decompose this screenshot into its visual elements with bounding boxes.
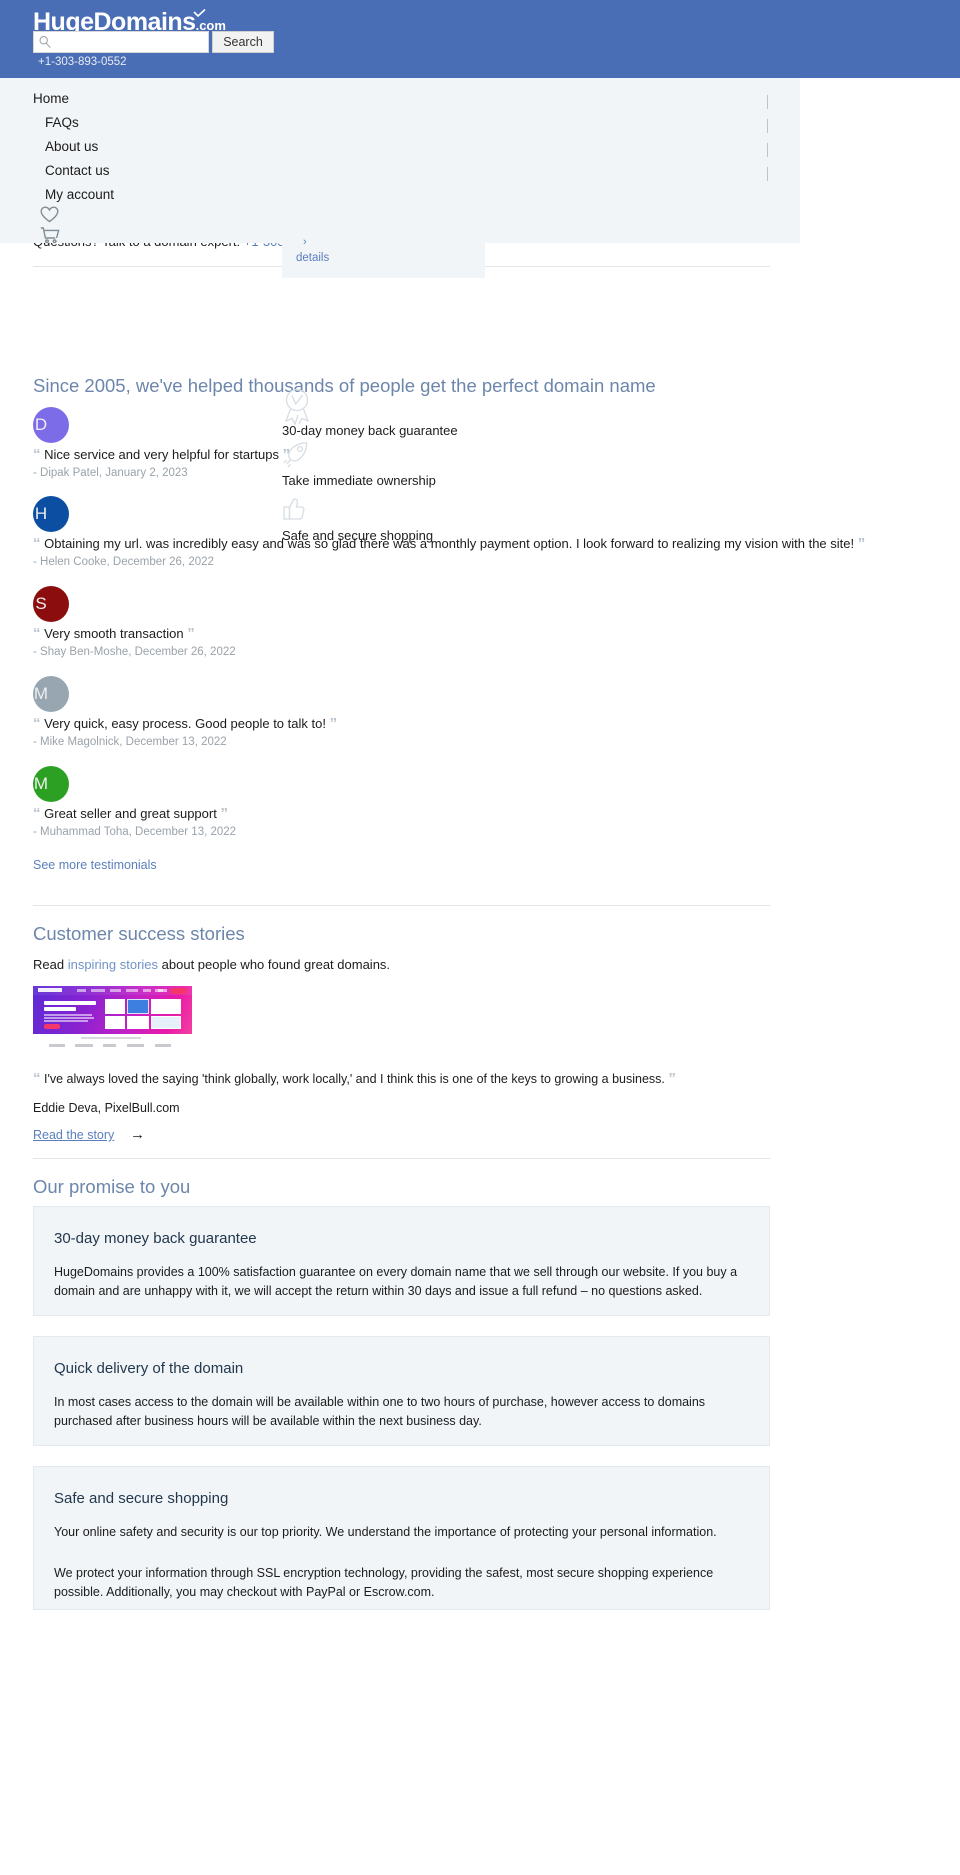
testimonial-quote: “ Very quick, easy process. Good people … <box>33 715 337 732</box>
testimonial-author: - Muhammad Toha, December 13, 2022 <box>33 826 237 838</box>
logo-checkmark-icon <box>193 9 206 17</box>
nav-divider-1 <box>767 95 768 109</box>
heart-icon[interactable] <box>40 206 59 223</box>
award-ribbon-icon <box>284 388 310 426</box>
success-stories-subtext: Read inspiring stories about people who … <box>33 957 390 972</box>
main-navigation-panel: Home FAQs About us Contact us My account <box>0 78 800 244</box>
nav-divider-4 <box>767 167 768 181</box>
success-story-quote-text: I've always loved the saying 'think glob… <box>43 1072 665 1086</box>
testimonial-quote: “ Great seller and great support ” <box>33 805 228 822</box>
promise-card-title: 30-day money back guarantee <box>54 1230 257 1247</box>
nav-divider-3 <box>767 143 768 157</box>
details-link[interactable]: details <box>296 252 329 264</box>
arrow-right-icon: → <box>130 1126 145 1143</box>
quote-close-icon: ” <box>857 535 866 552</box>
avatar: H <box>33 496 69 532</box>
promise-card-body-1: Your online safety and security is our t… <box>54 1525 717 1539</box>
testimonial-text: Very smooth transaction <box>44 626 184 641</box>
thumbnail-hero <box>33 986 192 1034</box>
testimonial-author: - Shay Ben-Moshe, December 26, 2022 <box>33 646 236 658</box>
promise-card-body-2: We protect your information through SSL … <box>54 1566 714 1599</box>
avatar: M <box>33 766 69 802</box>
quote-open-icon: “ <box>33 1070 41 1087</box>
details-popover: details <box>282 234 485 278</box>
success-read-suffix: about people who found great domains. <box>158 957 391 972</box>
testimonial-text: Very quick, easy process. Good people to… <box>44 716 326 731</box>
avatar-initial: M <box>33 774 49 793</box>
promise-card-title: Quick delivery of the domain <box>54 1360 244 1377</box>
thumbnail-logo <box>38 988 62 992</box>
testimonial-author: - Helen Cooke, December 26, 2022 <box>33 556 214 568</box>
promise-card-secure-shopping: Safe and secure shopping Your online saf… <box>33 1466 770 1610</box>
search-input[interactable] <box>33 31 209 53</box>
promise-heading: Our promise to you <box>33 1176 191 1197</box>
header-phone-number[interactable]: +1-303-893-0552 <box>38 56 127 68</box>
thumbnail-headline <box>44 1001 96 1005</box>
quote-open-icon: “ <box>33 805 41 822</box>
testimonial-author: - Dipak Patel, January 2, 2023 <box>33 467 188 479</box>
quote-open-icon: “ <box>33 625 41 642</box>
promise-card-money-back: 30-day money back guarantee HugeDomains … <box>33 1206 770 1316</box>
promise-card-quick-delivery: Quick delivery of the domain In most cas… <box>33 1336 770 1446</box>
divider-before-success-stories <box>33 905 770 906</box>
avatar: M <box>33 676 69 712</box>
quote-close-icon: ” <box>282 446 291 463</box>
testimonial-quote: “ Obtaining my url. was incredibly easy … <box>33 535 865 552</box>
quote-close-icon: ” <box>329 715 338 732</box>
quote-open-icon: “ <box>33 446 41 463</box>
nav-divider-2 <box>767 119 768 133</box>
success-story-thumbnail[interactable] <box>33 986 192 1051</box>
nav-item-home[interactable]: Home <box>33 91 69 106</box>
nav-item-faqs[interactable]: FAQs <box>45 115 79 130</box>
thumbnail-cta <box>170 987 187 994</box>
success-story-quote: “ I've always loved the saying 'think gl… <box>33 1070 676 1087</box>
quote-close-icon: ” <box>187 625 195 642</box>
feature-money-back: 30-day money back guarantee <box>282 388 458 438</box>
see-more-testimonials-link[interactable]: See more testimonials <box>33 858 157 872</box>
feature-money-back-label: 30-day money back guarantee <box>282 423 458 438</box>
feature-immediate-ownership-label: Take immediate ownership <box>282 473 436 488</box>
quote-close-icon: ” <box>220 805 228 822</box>
chevron-down-icon[interactable]: › <box>303 236 307 248</box>
testimonial-text: Great seller and great support <box>44 806 217 821</box>
thumbs-up-icon <box>283 498 305 520</box>
site-header: HugeDomains.com Search +1-303-893-0552 <box>0 0 960 78</box>
quote-close-icon: ” <box>668 1070 676 1087</box>
success-read-prefix: Read <box>33 957 68 972</box>
shopping-cart-icon[interactable] <box>40 227 60 244</box>
testimonial-text: Nice service and very helpful for startu… <box>44 447 279 462</box>
avatar: S <box>33 586 69 622</box>
feature-immediate-ownership: Take immediate ownership <box>282 440 436 488</box>
testimonial-author: - Mike Magolnick, December 13, 2022 <box>33 736 227 748</box>
success-story-attribution: Eddie Deva, PixelBull.com <box>33 1101 180 1115</box>
avatar-initial: D <box>34 415 48 434</box>
inspiring-stories-link[interactable]: inspiring stories <box>68 957 158 972</box>
header-search: Search <box>33 31 274 53</box>
testimonial-quote: “ Nice service and very helpful for star… <box>33 446 290 463</box>
testimonial-quote: “ Very smooth transaction ” <box>33 625 195 642</box>
avatar: D <box>33 407 69 443</box>
nav-item-my-account[interactable]: My account <box>45 187 114 202</box>
search-button[interactable]: Search <box>212 31 274 53</box>
promise-card-title: Safe and secure shopping <box>54 1490 229 1507</box>
promise-card-body: HugeDomains provides a 100% satisfaction… <box>54 1265 738 1298</box>
avatar-initial: S <box>35 594 47 613</box>
read-the-story-link[interactable]: Read the story <box>33 1128 114 1142</box>
avatar-initial: H <box>34 504 48 523</box>
nav-item-contact-us[interactable]: Contact us <box>45 163 110 178</box>
success-stories-heading: Customer success stories <box>33 923 245 944</box>
divider-before-promise <box>33 1158 770 1159</box>
promise-card-body: In most cases access to the domain will … <box>54 1395 706 1428</box>
quote-open-icon: “ <box>33 535 41 552</box>
nav-item-about-us[interactable]: About us <box>45 139 98 154</box>
quote-open-icon: “ <box>33 715 41 732</box>
avatar-initial: M <box>33 684 49 703</box>
testimonial-text: Obtaining my url. was incredibly easy an… <box>44 536 855 551</box>
